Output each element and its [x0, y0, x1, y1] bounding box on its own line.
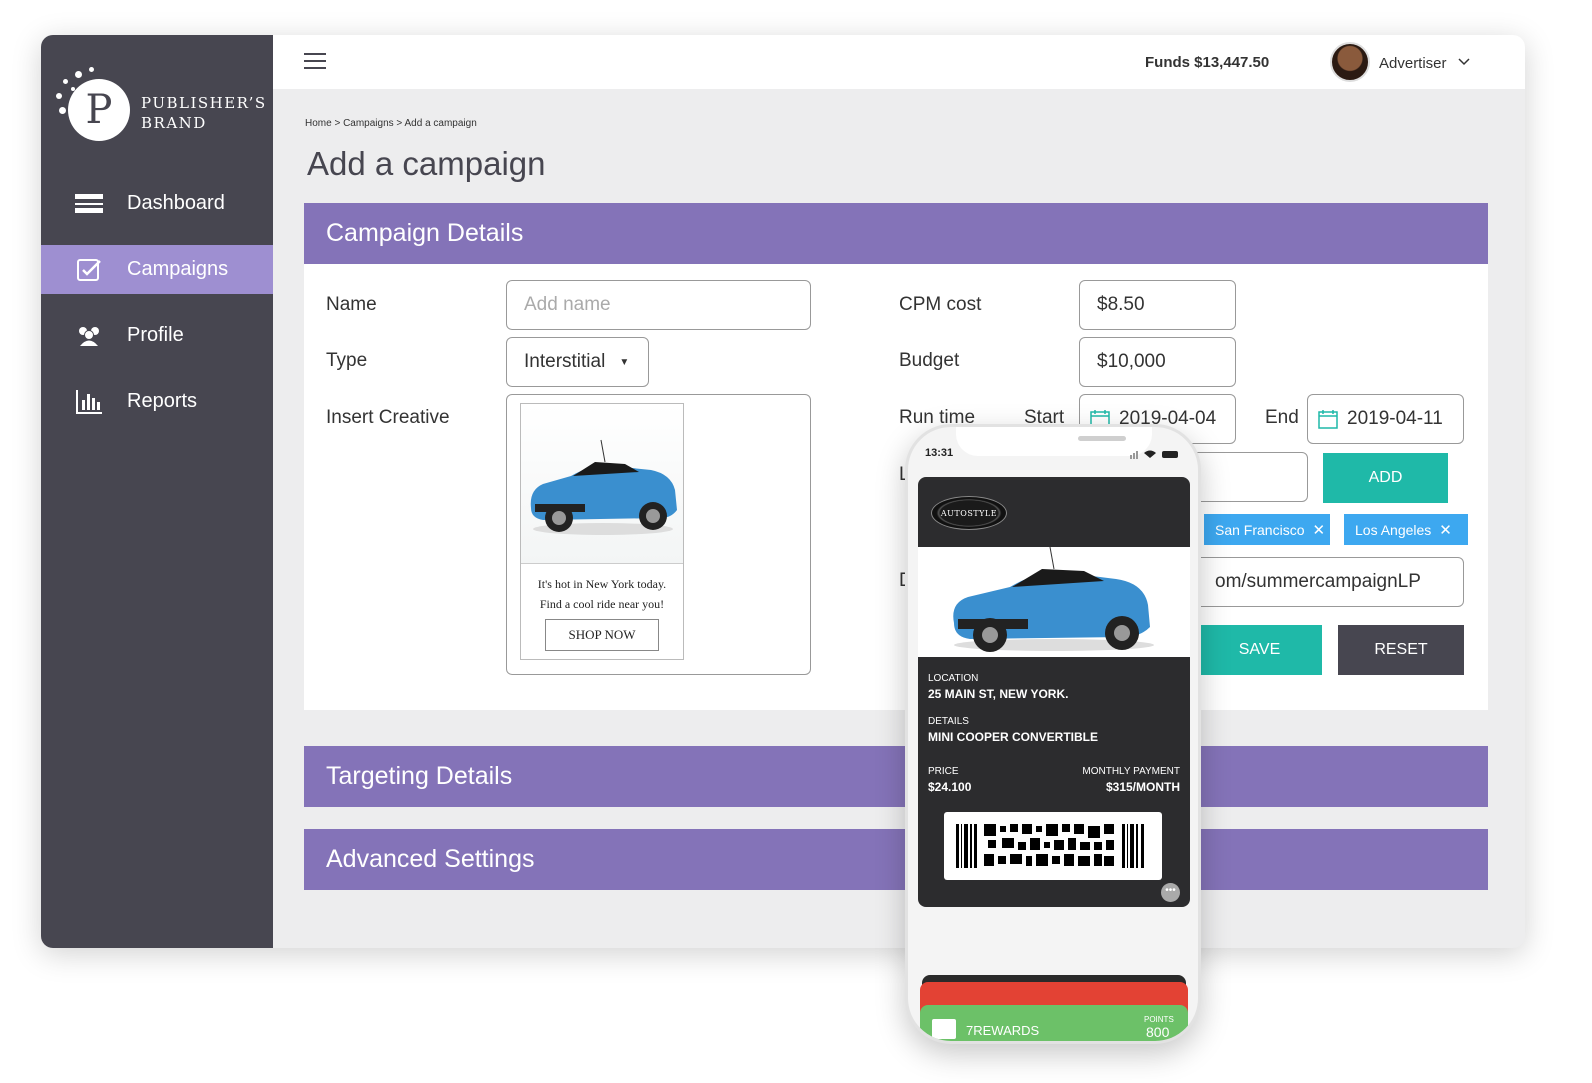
- tag-label: San Francisco: [1215, 521, 1305, 538]
- location-tag[interactable]: Los Angeles ✕: [1344, 514, 1468, 545]
- phone-preview: 13:31 AUTOSTYLE LOCATION 25 MAIN ST, NEW…: [905, 424, 1201, 1044]
- budget-label: Budget: [899, 350, 960, 371]
- menu-icon[interactable]: [304, 53, 326, 71]
- creative-copy-line1: It's hot in New York today.: [537, 577, 667, 591]
- sidebar-item-label: Profile: [127, 324, 184, 346]
- rewards-label: 7REWARDS: [966, 1023, 1040, 1038]
- campaign-details-panel: Name Add name Type Interstitial ▼ Insert…: [304, 264, 1488, 710]
- more-icon[interactable]: •••: [1161, 883, 1180, 902]
- car-image: [918, 546, 1190, 657]
- sidebar-item-reports[interactable]: Reports: [41, 377, 273, 426]
- calendar-icon: [1318, 410, 1338, 429]
- logo-circle: P: [68, 79, 130, 141]
- type-value: Interstitial: [524, 351, 606, 372]
- sidebar-item-label: Reports: [127, 390, 198, 412]
- end-date-input[interactable]: 2019-04-11: [1307, 394, 1464, 444]
- price-value: $24.100: [928, 780, 972, 794]
- wallet-pass[interactable]: AUTOSTYLE LOCATION 25 MAIN ST, NEW YORK.…: [918, 477, 1190, 907]
- location-value: 25 MAIN ST, NEW YORK.: [928, 687, 1069, 701]
- phone-notch: [956, 427, 1152, 456]
- sidebar-item-profile[interactable]: Profile: [41, 311, 273, 360]
- location-label: LOCATION: [928, 673, 979, 684]
- type-label: Type: [326, 350, 368, 371]
- add-location-button[interactable]: ADD: [1323, 453, 1448, 503]
- campaign-check-icon: [74, 255, 104, 285]
- bar-chart-icon: [74, 387, 104, 417]
- shop-now-button[interactable]: SHOP NOW: [545, 619, 659, 651]
- tag-label: Los Angeles: [1355, 521, 1432, 538]
- sidebar-nav: Dashboard Campaigns Profile Reports: [41, 179, 273, 443]
- creative-preview: It's hot in New York today. Find a cool …: [520, 403, 684, 660]
- dropdown-caret-icon: ▼: [619, 356, 630, 368]
- details-label: DETAILS: [928, 716, 969, 727]
- user-menu-label[interactable]: Advertiser: [1379, 55, 1447, 72]
- close-icon[interactable]: ✕: [1312, 521, 1325, 539]
- reset-button[interactable]: RESET: [1338, 625, 1464, 675]
- end-date-value: 2019-04-11: [1347, 408, 1443, 429]
- cpm-input[interactable]: $8.50: [1079, 280, 1236, 330]
- sidebar-item-label: Campaigns: [127, 258, 229, 280]
- seven-eleven-logo: [932, 1019, 956, 1039]
- name-label: Name: [326, 294, 377, 315]
- logo-letter: P: [85, 87, 113, 133]
- url-value: om/summercampaignLP: [1215, 571, 1421, 592]
- cpm-label: CPM cost: [899, 294, 982, 315]
- targeting-details-header[interactable]: Targeting Details: [304, 746, 1488, 807]
- brand-line1: PUBLISHER’S: [141, 94, 267, 112]
- creative-copy-line2: Find a cool ride near you!: [539, 597, 665, 611]
- top-bar: Funds $13,447.50 Advertiser: [273, 35, 1525, 89]
- points-label: POINTS: [1144, 1015, 1174, 1024]
- app-window: P PUBLISHER’S BRAND Dashboard Campaigns: [41, 35, 1525, 948]
- breadcrumb[interactable]: Home > Campaigns > Add a campaign: [305, 118, 477, 129]
- sidebar-item-label: Dashboard: [127, 192, 225, 214]
- name-input[interactable]: Add name: [506, 280, 811, 330]
- close-icon[interactable]: ✕: [1439, 521, 1452, 539]
- car-image: [521, 404, 683, 564]
- campaign-details-header[interactable]: Campaign Details: [304, 203, 1488, 264]
- creative-label: Insert Creative: [326, 407, 450, 428]
- price-label: PRICE: [928, 766, 959, 777]
- sidebar-item-campaigns[interactable]: Campaigns: [41, 245, 273, 294]
- funds-balance: Funds $13,447.50: [1145, 54, 1270, 71]
- points-value: 800: [1146, 1024, 1170, 1040]
- save-button[interactable]: SAVE: [1197, 625, 1322, 675]
- brand-line2: BRAND: [141, 114, 207, 132]
- budget-input[interactable]: $10,000: [1079, 337, 1236, 387]
- autostyle-logo: AUTOSTYLE: [931, 496, 1007, 530]
- end-label: End: [1265, 407, 1299, 428]
- sidebar: P PUBLISHER’S BRAND Dashboard Campaigns: [41, 35, 273, 948]
- sidebar-item-dashboard[interactable]: Dashboard: [41, 179, 273, 228]
- dashboard-icon: [74, 189, 104, 219]
- monthly-value: $315/MONTH: [1105, 780, 1180, 794]
- location-tag[interactable]: San Francisco ✕: [1204, 514, 1330, 545]
- monthly-label: MONTHLY PAYMENT: [1082, 766, 1180, 777]
- advanced-settings-header[interactable]: Advanced Settings: [304, 829, 1488, 890]
- creative-dropzone[interactable]: It's hot in New York today. Find a cool …: [506, 394, 811, 675]
- creative-copy: It's hot in New York today. Find a cool …: [521, 574, 683, 614]
- profile-users-icon: [74, 321, 104, 351]
- details-value: MINI COOPER CONVERTIBLE: [928, 730, 1099, 744]
- status-time: 13:31: [925, 447, 954, 459]
- status-icons: [1130, 450, 1178, 459]
- brand-name: PUBLISHER’S BRAND: [141, 93, 267, 133]
- qr-barcode: [944, 812, 1162, 880]
- brand-logo[interactable]: P PUBLISHER’S BRAND: [53, 65, 268, 155]
- chevron-down-icon[interactable]: [1457, 55, 1471, 69]
- page-title: Add a campaign: [307, 145, 546, 182]
- type-select[interactable]: Interstitial ▼: [506, 337, 649, 387]
- avatar[interactable]: [1330, 42, 1370, 82]
